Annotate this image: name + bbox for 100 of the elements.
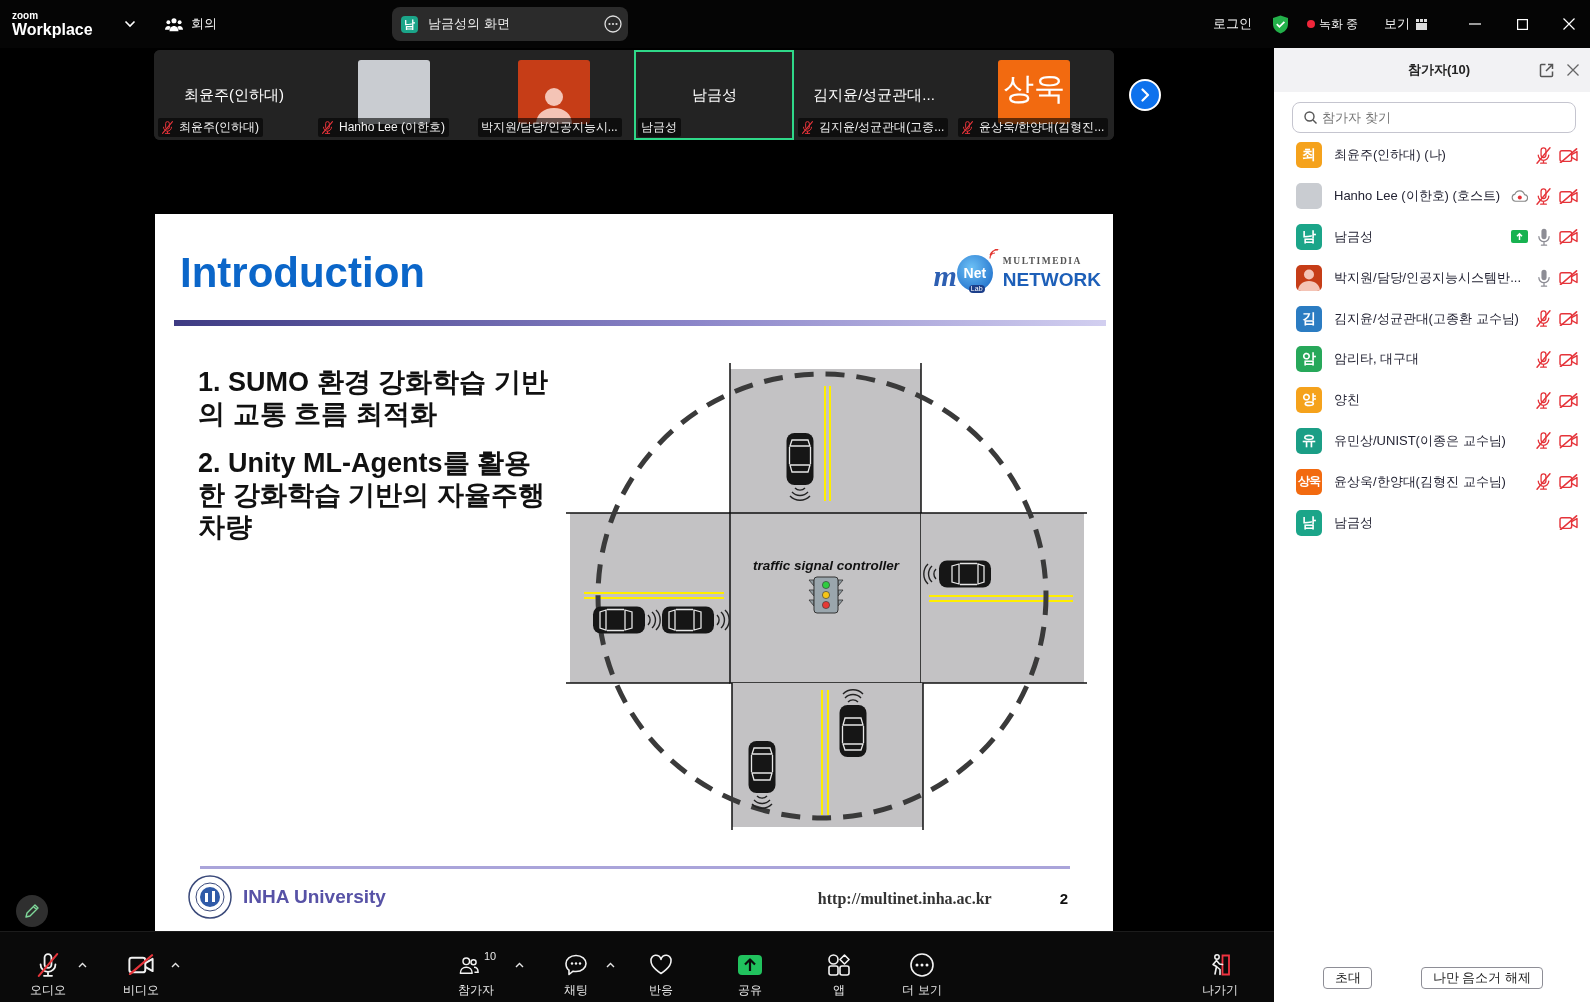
- unmute-me-button[interactable]: 나만 음소거 해제: [1421, 967, 1543, 989]
- page-number: 2: [1059, 889, 1068, 907]
- participant-avatar: 상욱: [1296, 468, 1322, 495]
- car-icon: [786, 433, 814, 501]
- pencil-icon: [24, 903, 40, 919]
- video-tile[interactable]: Hanho Lee (이한호): [314, 50, 474, 140]
- maximize-icon: [1516, 18, 1528, 30]
- diagram-label: traffic signal controller: [753, 558, 899, 573]
- close-icon: [1567, 64, 1579, 76]
- participant-name: 양친: [1334, 391, 1361, 410]
- people-icon: [164, 16, 183, 32]
- participant-avatar: 유: [1296, 427, 1322, 454]
- annotate-button[interactable]: [16, 895, 48, 927]
- participant-name: 남금성: [641, 119, 677, 136]
- search-icon: [1304, 111, 1317, 124]
- participant-name: 최윤주(인하대): [179, 119, 259, 136]
- video-tile[interactable]: 최윤주(인하대) 최윤주(인하대): [154, 50, 314, 140]
- car-icon: [839, 689, 867, 757]
- heart-icon: [649, 954, 673, 975]
- more-icon: [604, 15, 622, 33]
- participant-name: 최윤주(인하대): [184, 86, 284, 105]
- chat-icon: [564, 953, 588, 976]
- video-tile[interactable]: 박지원/담당/인공지능시...: [474, 50, 634, 140]
- close-icon: [1563, 18, 1575, 30]
- share-screen-icon: [738, 954, 762, 975]
- slide-title: Introduction: [180, 252, 425, 294]
- caret-up-icon: [514, 962, 524, 968]
- leave-button[interactable]: 나가기: [1192, 932, 1248, 999]
- participant-name: 남금성: [1334, 513, 1374, 532]
- logo-text: Workplace: [12, 21, 93, 38]
- chat-button[interactable]: 채팅: [548, 932, 604, 999]
- audio-button[interactable]: 오디오: [20, 932, 76, 999]
- participant-avatar: 최: [1296, 142, 1322, 169]
- reactions-button[interactable]: 반응: [633, 932, 689, 999]
- participant-avatar: 암: [1296, 346, 1322, 373]
- participant-name: 남금성: [691, 86, 737, 105]
- logo-subtitle: MULTIMEDIA: [1002, 256, 1083, 267]
- view-button[interactable]: 보기: [1384, 15, 1427, 33]
- bullet-text: 1. SUMO 환경 강화학습 기반의 교통 흐름 최적화: [198, 366, 549, 430]
- panel-title: 참가자(10): [1406, 61, 1472, 79]
- login-button[interactable]: 로그인: [1212, 15, 1252, 33]
- caret-up-icon: [170, 962, 180, 968]
- logo-small-text: zoom: [12, 10, 40, 21]
- bullet-text: 2. Unity ML-Agents를 활용한 강화학습 기반의 자율주행 차량: [198, 447, 546, 543]
- car-icon: [662, 606, 730, 634]
- participant-name: 윤상욱/한양대(김형진 교수님): [1334, 472, 1506, 491]
- more-button[interactable]: 더 보기: [894, 932, 950, 999]
- participant-name: 김지윤/성균관대...: [813, 86, 935, 105]
- next-page-button[interactable]: [1129, 79, 1161, 111]
- participant-name: 암리타, 대구대: [1334, 350, 1421, 369]
- logo-script-letter: m: [933, 261, 957, 291]
- website-url: http://multinet.inha.ac.kr: [817, 890, 992, 908]
- participants-button[interactable]: 10 참가자: [441, 932, 503, 999]
- recording-status[interactable]: 녹화 중: [1318, 15, 1358, 33]
- share-status-pill[interactable]: 남 남금성의 화면: [392, 7, 628, 41]
- pop-out-icon: [1538, 62, 1554, 78]
- photo-placeholder: [1296, 183, 1322, 210]
- photo-placeholder: [358, 60, 430, 124]
- video-tile[interactable]: 남금성 남금성: [634, 50, 794, 140]
- car-icon: [748, 741, 776, 809]
- logo-wordmark: NETWORK: [1002, 270, 1101, 290]
- participant-count: 10: [484, 950, 497, 962]
- car-icon: [923, 560, 991, 588]
- participant-name: 박지원/담당/인공지능시스템반...: [1334, 268, 1522, 287]
- share-status-text: 남금성의 화면: [428, 15, 510, 33]
- participant-name: 최윤주(인하대) (나): [1334, 146, 1447, 165]
- apps-button[interactable]: 앱: [811, 932, 867, 999]
- caret-up-icon: [605, 962, 615, 968]
- participant-name: 남금성: [1334, 228, 1374, 246]
- participant-name: Hanho Lee (이한호) (호스트): [1334, 187, 1502, 206]
- video-tile[interactable]: 상욱 윤상욱/한양대(김형진...: [954, 50, 1114, 140]
- participant-avatar: 양: [1296, 387, 1322, 414]
- caret-up-icon: [77, 962, 87, 968]
- share-button[interactable]: 공유: [722, 932, 778, 999]
- participant-name: 박지원/담당/인공지능시...: [481, 119, 618, 136]
- chevron-down-icon: [123, 20, 136, 28]
- participant-name: 유민상/UNIST(이종은 교수님): [1334, 431, 1506, 450]
- invite-button[interactable]: 초대: [1323, 967, 1372, 989]
- video-button[interactable]: 비디오: [113, 932, 169, 999]
- people-icon: [458, 954, 480, 975]
- close-button[interactable]: [1566, 63, 1580, 77]
- participant-name: Hanho Lee (이한호): [339, 119, 446, 136]
- search-field[interactable]: 참가자 찾기: [1292, 102, 1576, 133]
- video-tile[interactable]: 김지윤/성균관대... 김지윤/성균관대(고종...: [794, 50, 954, 140]
- traffic-light-icon: [808, 576, 844, 614]
- apps-icon: [828, 953, 850, 976]
- participant-avatar: 남: [401, 15, 418, 33]
- shield-icon[interactable]: [1271, 14, 1289, 34]
- participant-avatar: 김: [1296, 305, 1322, 332]
- share-options-button[interactable]: [604, 15, 622, 33]
- grid-icon: [1416, 18, 1427, 30]
- pop-out-button[interactable]: [1538, 62, 1554, 78]
- car-icon: [593, 606, 661, 634]
- signal-arcs-icon: [988, 249, 1001, 259]
- participant-avatar: 남: [1296, 224, 1322, 250]
- participant-name: 김지윤/성균관대(고종...: [819, 119, 945, 136]
- chevron-right-icon: [1139, 88, 1151, 102]
- participant-avatar: 남: [1296, 509, 1322, 536]
- more-icon: [910, 952, 934, 977]
- meetings-button[interactable]: 회의: [164, 12, 217, 36]
